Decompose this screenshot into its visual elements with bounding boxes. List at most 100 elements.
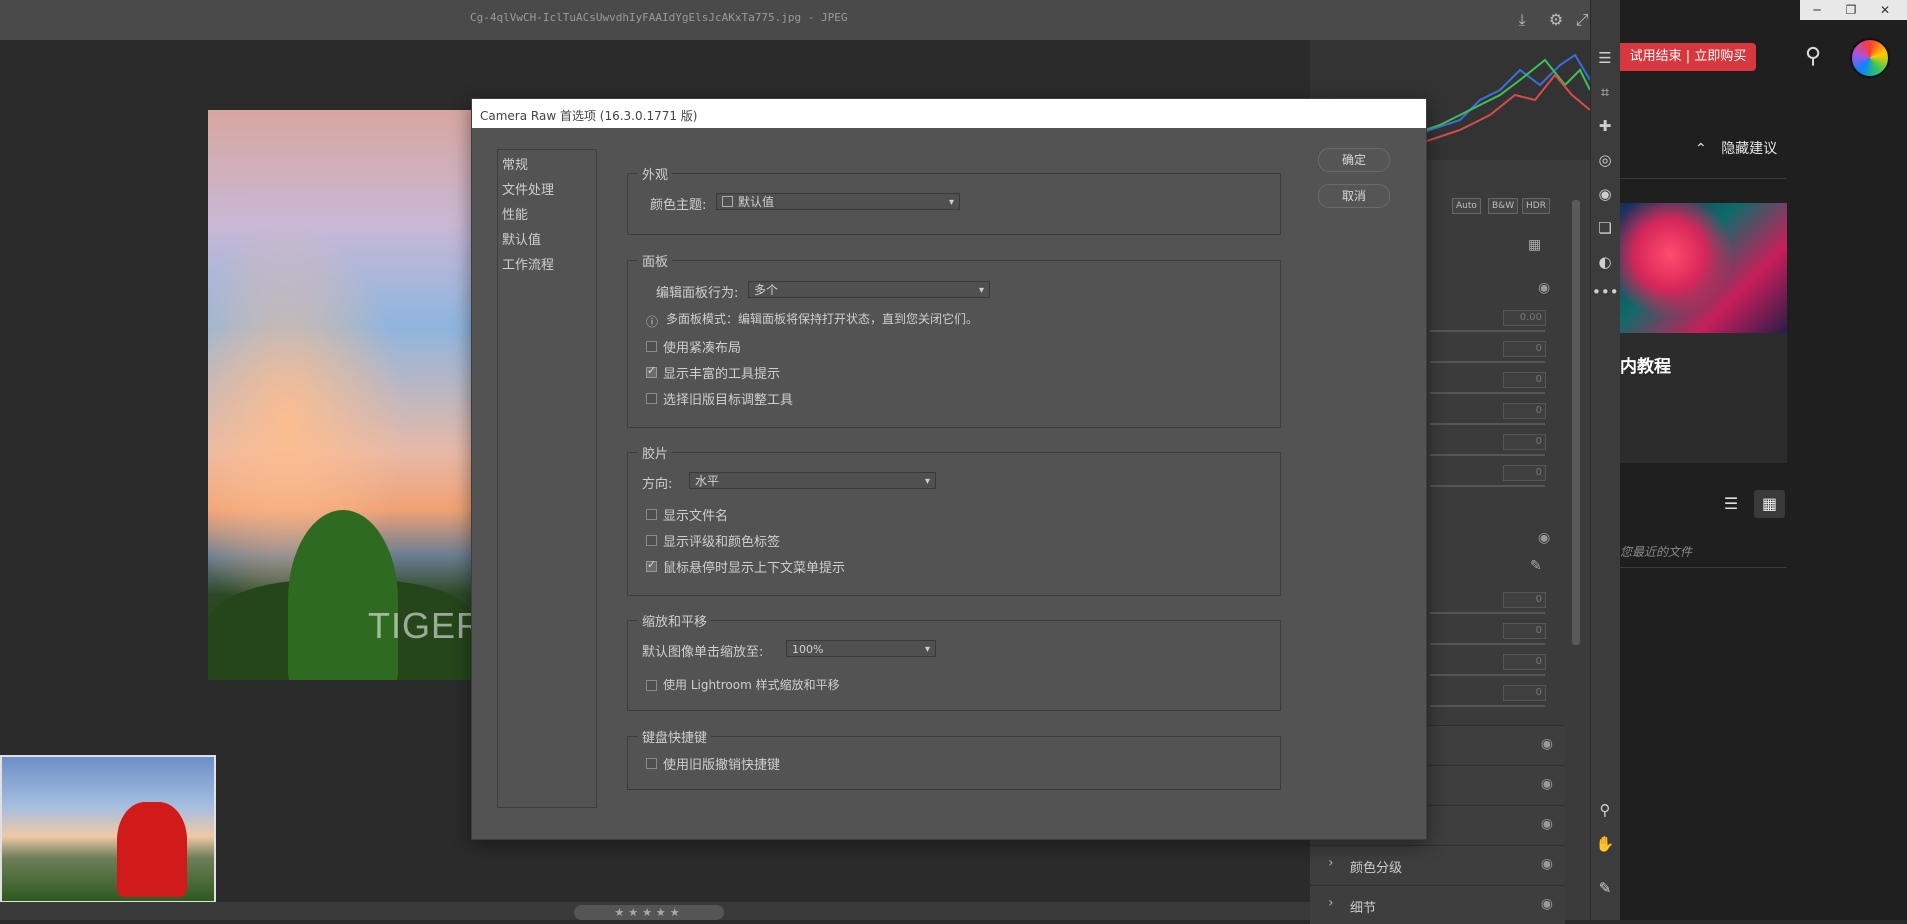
slider-value[interactable]: 0	[1503, 341, 1546, 357]
hide-suggestions-button[interactable]: ⌃ 隐藏建议	[1695, 138, 1777, 158]
list-view-icon[interactable]: ☰	[1717, 490, 1745, 518]
eye-icon[interactable]: ◉	[1541, 856, 1553, 872]
section-label: 细节	[1350, 901, 1377, 916]
restore-button[interactable]: ❐	[1834, 0, 1868, 20]
slider-value[interactable]: 0	[1503, 372, 1546, 388]
edit-sliders-icon[interactable]: ☰	[1592, 46, 1618, 70]
window-title: Cg-4qlVwCH-IclTuACsUwvdhIyFAAIdYgElsJcAK…	[470, 11, 848, 24]
minimize-button[interactable]: ─	[1800, 0, 1834, 20]
grid-view-icon[interactable]: ▦	[1754, 490, 1785, 518]
preferences-dialog: Camera Raw 首选项 (16.3.0.1771 版) 常规 文件处理 性…	[471, 98, 1427, 840]
panel-scrollbar[interactable]	[1572, 200, 1580, 645]
hdr-button[interactable]: HDR	[1522, 198, 1550, 214]
eyedropper-icon[interactable]: ✎	[1530, 558, 1542, 574]
divider	[1620, 178, 1787, 179]
tutorial-title[interactable]: 内教程	[1620, 352, 1671, 377]
direction-select[interactable]: 水平 ▾	[689, 472, 936, 489]
compact-layout-checkbox[interactable]	[646, 341, 657, 352]
nav-defaults[interactable]: 默认值	[502, 229, 541, 248]
filmstrip-thumbnail[interactable]	[0, 755, 216, 903]
presets-icon[interactable]: ◐	[1592, 250, 1618, 274]
recent-files-label: 您最近的文件	[1620, 545, 1693, 559]
lightroom-zoom-checkbox[interactable]	[646, 680, 657, 691]
slider-value[interactable]: 0	[1503, 623, 1546, 639]
slider-track[interactable]	[1430, 643, 1545, 645]
slider-track[interactable]	[1430, 612, 1545, 614]
select-value: 默认值	[738, 195, 775, 209]
hide-suggestions-label: 隐藏建议	[1721, 141, 1778, 157]
red-eye-icon[interactable]: ◉	[1592, 182, 1618, 206]
gear-icon[interactable]: ⚙	[1545, 9, 1567, 31]
legacy-undo-checkbox[interactable]	[646, 758, 657, 769]
slider-value[interactable]: 0	[1503, 592, 1546, 608]
slider-track[interactable]	[1430, 705, 1545, 707]
group-title: 面板	[638, 251, 673, 270]
slider-track[interactable]	[1430, 392, 1545, 394]
rich-tooltips-checkbox[interactable]	[646, 364, 657, 378]
select-value: 多个	[754, 283, 779, 297]
cancel-button[interactable]: 取消	[1318, 184, 1390, 208]
more-icon[interactable]: •••	[1592, 280, 1619, 304]
preview-image[interactable]: TIGER	[208, 110, 472, 680]
color-theme-select[interactable]: 默认值 ▾	[716, 193, 960, 210]
eye-icon[interactable]: ◉	[1541, 736, 1553, 752]
slider-track[interactable]	[1430, 454, 1545, 456]
nav-workflow[interactable]: 工作流程	[502, 254, 554, 273]
snapshots-icon[interactable]: ❏	[1592, 216, 1618, 240]
slider-track[interactable]	[1430, 330, 1545, 332]
group-keyboard-shortcuts: 键盘快捷键 使用旧版撤销快捷键	[627, 727, 1281, 790]
nav-performance[interactable]: 性能	[502, 204, 528, 223]
eye-icon[interactable]: ◉	[1538, 530, 1550, 546]
select-value: 100%	[792, 643, 824, 656]
slider-track[interactable]	[1430, 485, 1545, 487]
slider-value[interactable]: 0	[1503, 403, 1546, 419]
eye-icon[interactable]: ◉	[1541, 776, 1553, 792]
checkbox-label: 显示文件名	[663, 509, 729, 524]
color-sampler-icon[interactable]: ✎	[1592, 876, 1618, 900]
hand-icon[interactable]: ✋	[1592, 832, 1618, 856]
healing-icon[interactable]: ✚	[1592, 114, 1618, 138]
eye-icon[interactable]: ◉	[1541, 896, 1553, 912]
show-ratings-checkbox[interactable]	[646, 535, 657, 546]
crop-icon[interactable]: ⌗	[1592, 80, 1618, 104]
select-value: 水平	[695, 474, 720, 488]
auto-button[interactable]: Auto	[1452, 198, 1481, 214]
rating-stars[interactable]: ★★★★★	[574, 905, 724, 920]
show-filename-checkbox[interactable]	[646, 509, 657, 520]
group-title: 缩放和平移	[638, 611, 712, 630]
chevron-down-icon: ▾	[924, 476, 930, 487]
slider-value[interactable]: 0	[1503, 654, 1546, 670]
close-button[interactable]: ✕	[1868, 0, 1902, 20]
ok-button[interactable]: 确定	[1318, 148, 1390, 172]
save-icon[interactable]: ⤓	[1511, 9, 1533, 31]
nav-general[interactable]: 常规	[502, 154, 528, 173]
chevron-up-icon: ⌃	[1695, 141, 1707, 157]
tutorial-thumbnail[interactable]	[1620, 203, 1787, 333]
group-title: 胶片	[638, 443, 673, 462]
group-panels: 面板 编辑面板行为: 多个 ▾ ⓘ 多面板模式：编辑面板将保持打开状态，直到您关…	[627, 251, 1281, 428]
section-color-grading[interactable]: › 颜色分级 ◉	[1310, 845, 1565, 884]
zoom-icon[interactable]: ⚲	[1592, 798, 1618, 822]
slider-track[interactable]	[1430, 423, 1545, 425]
eye-icon[interactable]: ◉	[1538, 280, 1550, 296]
buy-now-button[interactable]: 试用结束 | 立即购买	[1620, 43, 1756, 71]
slider-value[interactable]: 0	[1503, 465, 1546, 481]
slider-track[interactable]	[1430, 674, 1545, 676]
slider-track[interactable]	[1430, 361, 1545, 363]
slider-value[interactable]: 0.00	[1503, 310, 1546, 326]
avatar[interactable]	[1850, 38, 1890, 78]
mask-icon[interactable]: ◎	[1592, 148, 1618, 172]
grid-view-icon[interactable]: ▦	[1528, 237, 1541, 253]
checkbox-label: 显示丰富的工具提示	[663, 367, 781, 382]
nav-file-handling[interactable]: 文件处理	[502, 179, 554, 198]
slider-value[interactable]: 0	[1503, 434, 1546, 450]
slider-value[interactable]: 0	[1503, 685, 1546, 701]
section-detail[interactable]: › 细节 ◉	[1310, 885, 1565, 924]
hover-menu-hint-checkbox[interactable]	[646, 558, 657, 572]
default-zoom-select[interactable]: 100% ▾	[786, 640, 936, 657]
eye-icon[interactable]: ◉	[1541, 816, 1553, 832]
panel-behavior-select[interactable]: 多个 ▾	[748, 281, 990, 298]
search-icon[interactable]: ⚲	[1800, 44, 1826, 70]
bw-button[interactable]: B&W	[1488, 198, 1519, 214]
legacy-tat-checkbox[interactable]	[646, 393, 657, 404]
